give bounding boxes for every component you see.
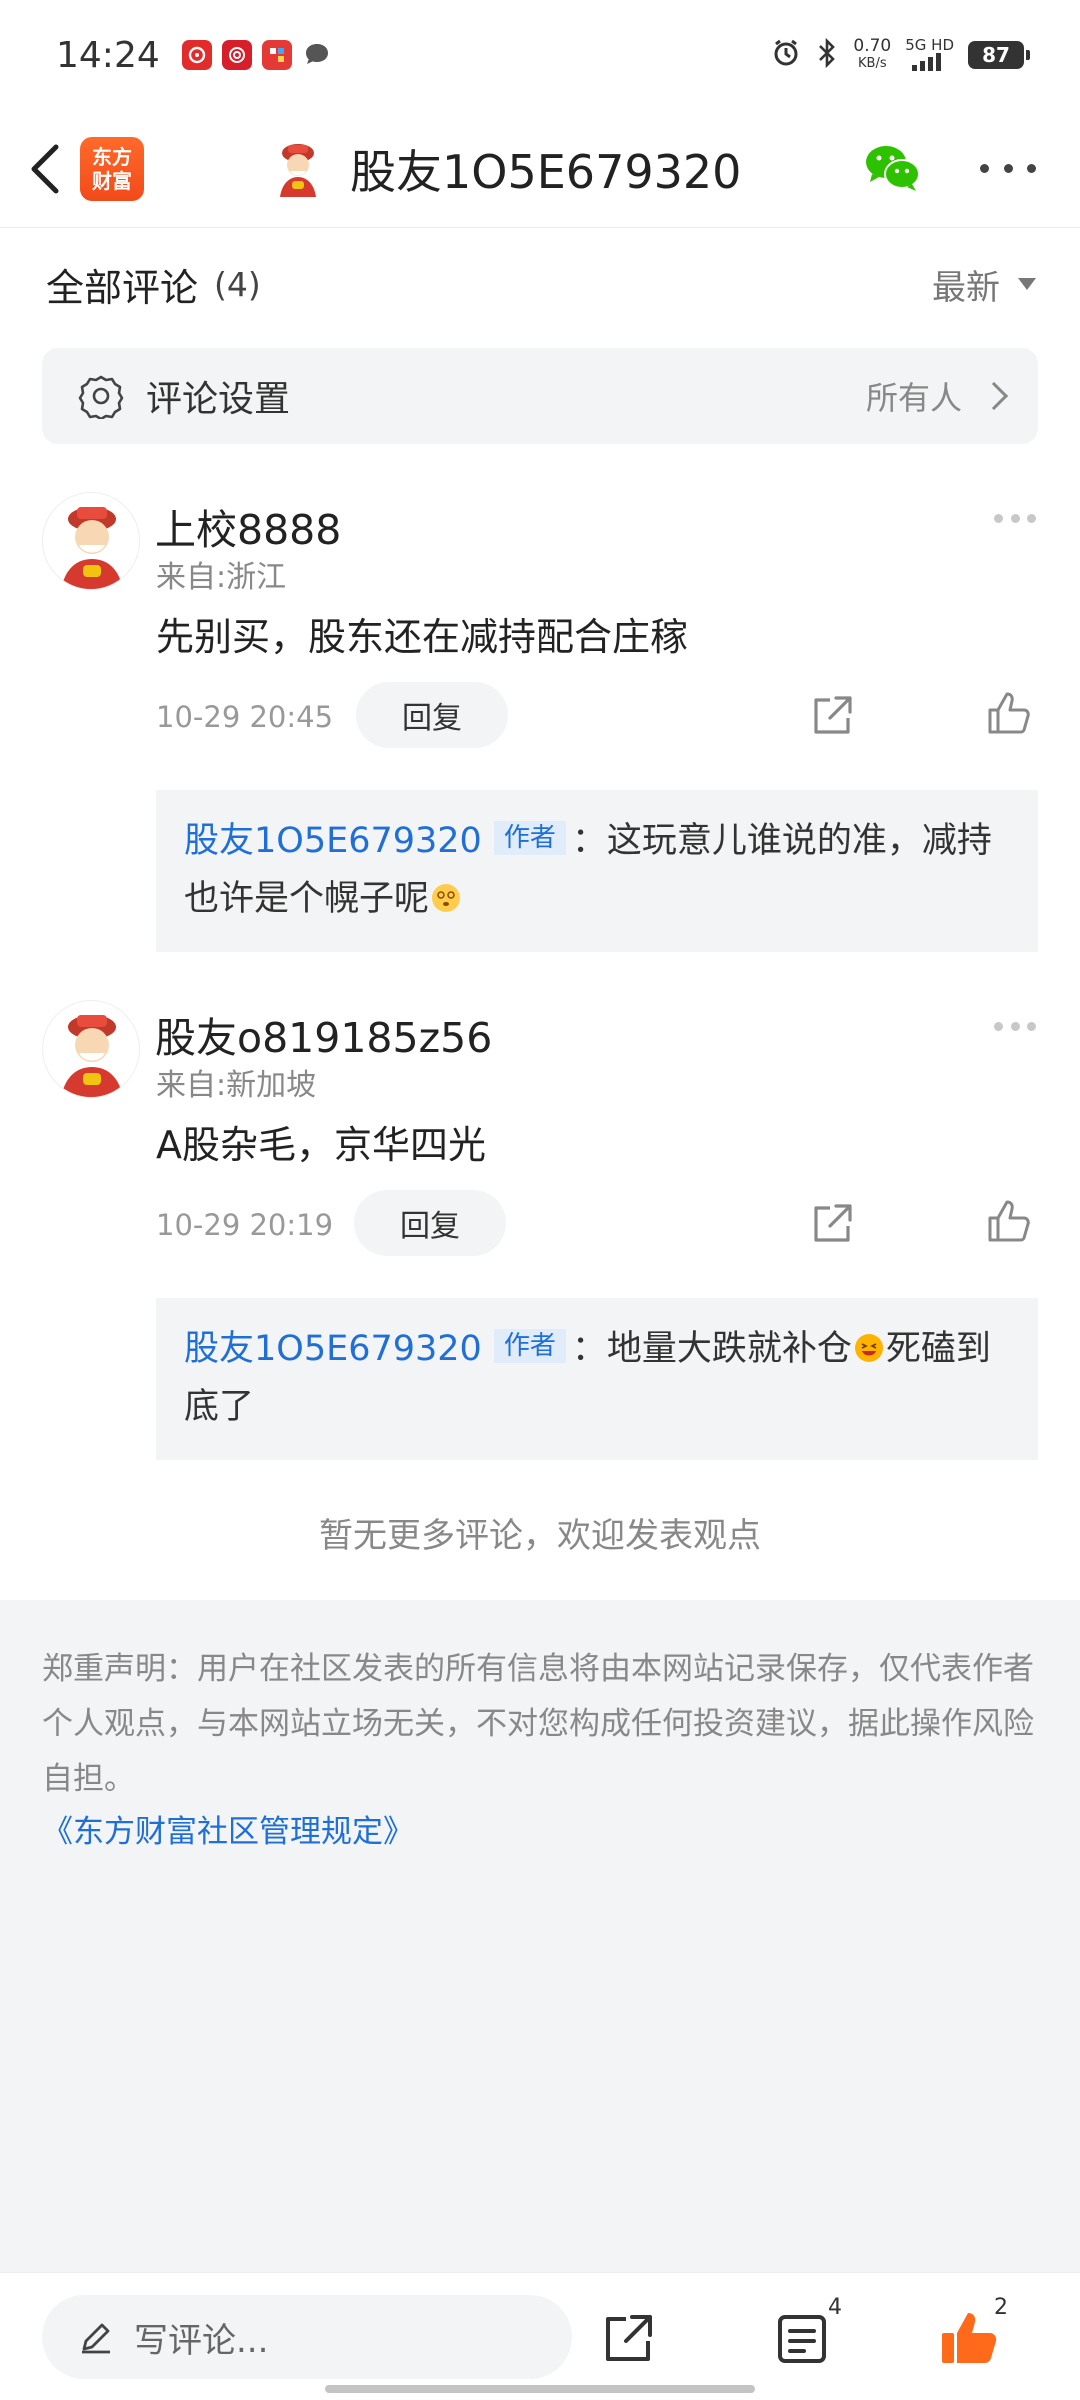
avatar-image: [61, 1015, 123, 1097]
home-indicator[interactable]: [325, 2385, 755, 2393]
more-dot: [1027, 514, 1036, 523]
page-title: 股友1O5E679320: [350, 145, 742, 199]
like-count-badge: 2: [994, 2295, 1008, 2320]
comments-list-icon[interactable]: [776, 2311, 828, 2367]
network-speed-unit: KB/s: [858, 56, 887, 71]
author-badge: 作者: [493, 821, 566, 855]
comment-settings-row[interactable]: 评论设置 所有人: [42, 348, 1038, 444]
avatar-image: [61, 507, 123, 589]
comments-count-badge: 4: [828, 2295, 842, 2320]
more-dot: [1010, 1022, 1020, 1031]
disclaimer-section: 郑重声明：用户在社区发表的所有信息将由本网站记录保存，仅代表作者个人观点，与本网…: [0, 1600, 1080, 2272]
alarm-icon: [771, 38, 801, 72]
more-dot: [1010, 514, 1020, 523]
share-icon[interactable]: [808, 1200, 856, 1248]
signal-icon: [911, 52, 941, 71]
nav-bar: 东方 财富 股友1O5E679320: [0, 110, 1080, 228]
bluetooth-icon: [815, 37, 839, 72]
reply-author[interactable]: 股友1O5E679320: [184, 821, 482, 861]
share-icon[interactable]: [600, 2311, 656, 2367]
netease-music-icon: [181, 40, 212, 70]
thumbs-up-icon[interactable]: [938, 2307, 998, 2367]
comment-item: 上校8888 来自:浙江 先别买，股东还在减持配合庄稼 10-29 20:45 …: [0, 492, 1080, 952]
network-indicator: 5G HD: [905, 37, 954, 74]
chevron-right-icon: [979, 381, 1009, 411]
community-rules-link[interactable]: 《东方财富社区管理规定》: [42, 1806, 414, 1851]
logo-line-1: 东方: [92, 144, 132, 169]
app-icon: [261, 40, 292, 70]
comment-time: 10-29 20:19: [156, 1208, 334, 1242]
all-comments-title: 全部评论: [46, 265, 199, 310]
more-dot: [1003, 163, 1013, 173]
comment-text[interactable]: 先别买，股东还在减持配合庄稼: [156, 606, 688, 661]
dizzy-emoji-icon: [432, 884, 461, 912]
comment-more-button[interactable]: [994, 514, 1036, 524]
commenter-location: 来自:浙江: [156, 560, 287, 595]
nav-user[interactable]: 股友1O5E679320: [270, 110, 741, 228]
comment-settings-value: 所有人: [865, 379, 962, 417]
network-speed: 0.70 KB/s: [853, 37, 891, 73]
reply-author[interactable]: 股友1O5E679320: [184, 1329, 482, 1369]
reply-text: ：地量大跌就补仓: [571, 1329, 852, 1369]
caret-down-icon: [1018, 278, 1036, 290]
write-comment-placeholder: 写评论...: [134, 2320, 269, 2361]
battery-indicator: 87: [968, 41, 1030, 69]
author-badge: 作者: [493, 1329, 566, 1363]
comment-text[interactable]: A股杂毛，京华四光: [156, 1114, 486, 1169]
commenter-name[interactable]: 上校8888: [155, 496, 341, 556]
status-right: 0.70 KB/s 5G HD 87: [771, 37, 1030, 74]
eastmoney-logo[interactable]: 东方 财富: [80, 136, 144, 201]
commenter-avatar[interactable]: [42, 492, 140, 590]
reply-button[interactable]: 回复: [354, 1190, 506, 1256]
like-icon[interactable]: [984, 1196, 1034, 1246]
grinning-emoji-icon: [854, 1334, 883, 1362]
message-icon: [302, 40, 332, 70]
more-dot: [980, 163, 989, 173]
reply-button[interactable]: 回复: [356, 682, 508, 748]
more-dot: [994, 514, 1003, 523]
write-comment-input[interactable]: 写评论...: [42, 2295, 572, 2379]
back-button[interactable]: [18, 141, 74, 197]
no-more-comments: 暂无更多评论，欢迎发表观点: [319, 1516, 761, 1556]
wechat-icon: [866, 146, 920, 191]
network-speed-value: 0.70: [853, 36, 892, 56]
comment-more-button[interactable]: [994, 1022, 1036, 1032]
user-avatar: [280, 144, 316, 197]
comments-count: (4): [214, 264, 261, 304]
commenter-name[interactable]: 股友o819185z56: [155, 1004, 492, 1064]
comment-item: 股友o819185z56 来自:新加坡 A股杂毛，京华四光 10-29 20:1…: [0, 1000, 1080, 1460]
more-dot: [1027, 1022, 1036, 1031]
status-time: 14:24: [56, 34, 160, 76]
author-reply[interactable]: 股友1O5E679320 作者 ：这玩意儿谁说的准，减持也许是个幌子呢: [156, 790, 1038, 952]
bottom-action-bar: 写评论... 4 2: [0, 2272, 1080, 2400]
more-dot: [994, 1022, 1003, 1031]
like-icon[interactable]: [984, 688, 1034, 738]
disclaimer-text: 郑重声明：用户在社区发表的所有信息将由本网站记录保存，仅代表作者个人观点，与本网…: [42, 1651, 1034, 1797]
more-options-button[interactable]: [980, 150, 1036, 186]
wechat-share-button[interactable]: [862, 140, 922, 196]
network-type: 5G HD: [905, 35, 954, 54]
back-arrow-icon: [31, 144, 59, 193]
share-icon[interactable]: [808, 692, 856, 740]
comment-time: 10-29 20:45: [156, 700, 334, 734]
pencil-icon: [82, 2323, 110, 2354]
comments-header: 全部评论 (4) 最新: [46, 252, 1036, 316]
sort-dropdown[interactable]: 最新: [932, 260, 1036, 309]
sort-label: 最新: [932, 267, 1000, 308]
logo-line-2: 财富: [92, 168, 132, 193]
commenter-avatar[interactable]: [42, 1000, 140, 1098]
author-reply[interactable]: 股友1O5E679320 作者 ：地量大跌就补仓 死磕到底了: [156, 1298, 1038, 1460]
status-app-icons: [181, 40, 332, 70]
status-bar: 14:24 0.70 KB/s 5G HD 87: [0, 0, 1080, 110]
more-dot: [1027, 163, 1036, 173]
comment-settings-label: 评论设置: [146, 379, 291, 420]
commenter-location: 来自:新加坡: [156, 1068, 317, 1103]
gear-icon: [78, 375, 124, 419]
app-icon: [221, 40, 252, 70]
